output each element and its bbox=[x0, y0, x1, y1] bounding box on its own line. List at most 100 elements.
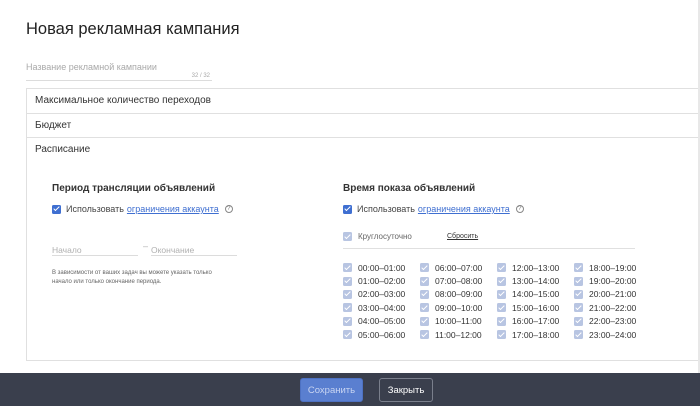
time-slot-label: 19:00–20:00 bbox=[589, 276, 637, 287]
reset-button[interactable]: Сбросить bbox=[447, 233, 478, 240]
time-slot[interactable]: 23:00–24:00 bbox=[574, 328, 651, 341]
time-slot[interactable]: 03:00–04:00 bbox=[343, 301, 420, 314]
time-slot-checkbox[interactable] bbox=[497, 316, 506, 326]
time-slot-checkbox[interactable] bbox=[574, 330, 583, 340]
time-slot-label: 00:00–01:00 bbox=[358, 262, 406, 273]
save-button[interactable]: Сохранить bbox=[300, 378, 363, 402]
time-slot-checkbox[interactable] bbox=[420, 330, 429, 340]
time-slot-checkbox[interactable] bbox=[574, 276, 583, 286]
time-slot[interactable]: 08:00–09:00 bbox=[420, 288, 497, 301]
time-slot-label: 04:00–05:00 bbox=[358, 316, 406, 327]
time-slot[interactable]: 19:00–20:00 bbox=[574, 274, 651, 287]
time-slot-checkbox[interactable] bbox=[420, 303, 429, 313]
round-clock-label: Круглосуточно bbox=[358, 232, 412, 241]
time-slot-checkbox[interactable] bbox=[497, 330, 506, 340]
time-slot-label: 02:00–03:00 bbox=[358, 289, 406, 300]
time-slot-checkbox[interactable] bbox=[343, 276, 352, 286]
page-title: Новая рекламная кампания bbox=[26, 20, 240, 38]
info-icon[interactable]: ? bbox=[224, 205, 233, 213]
time-slot-checkbox[interactable] bbox=[343, 263, 352, 273]
end-date-input[interactable] bbox=[151, 245, 237, 255]
time-slot[interactable]: 09:00–10:00 bbox=[420, 301, 497, 314]
time-slot-checkbox[interactable] bbox=[343, 330, 352, 340]
time-slot-label: 15:00–16:00 bbox=[512, 302, 560, 313]
time-slot[interactable]: 20:00–21:00 bbox=[574, 288, 651, 301]
time-slot-checkbox[interactable] bbox=[574, 303, 583, 313]
show-time-use-checkbox[interactable] bbox=[343, 204, 352, 214]
time-slot-checkbox[interactable] bbox=[343, 303, 352, 313]
time-slot[interactable]: 21:00–22:00 bbox=[574, 301, 651, 314]
time-slot[interactable]: 13:00–14:00 bbox=[497, 274, 574, 287]
time-slot-label: 08:00–09:00 bbox=[435, 289, 483, 300]
accordion-max-clicks[interactable]: Максимальное количество переходов bbox=[26, 89, 700, 114]
campaign-name-input[interactable] bbox=[26, 60, 212, 74]
time-slot[interactable]: 14:00–15:00 bbox=[497, 288, 574, 301]
time-slot-label: 10:00–11:00 bbox=[435, 316, 482, 327]
time-slot-checkbox[interactable] bbox=[497, 276, 506, 286]
time-slot-label: 23:00–24:00 bbox=[589, 329, 637, 340]
start-date-input[interactable] bbox=[52, 245, 138, 255]
time-slot[interactable]: 05:00–06:00 bbox=[343, 328, 420, 341]
time-slots-grid: 00:00–01:00 06:00–07:00 12:00–13:00 18:00–1… bbox=[343, 261, 651, 341]
period-use-label: Использовать bbox=[66, 204, 124, 214]
time-slot-label: 03:00–04:00 bbox=[358, 302, 406, 313]
round-clock-checkbox[interactable] bbox=[343, 232, 352, 241]
campaign-editor: Новая рекламная кампания 32 / 32 Максима… bbox=[0, 0, 700, 406]
period-hint: В зависимости от ваших задач вы можете у… bbox=[52, 270, 212, 285]
time-slot[interactable]: 12:00–13:00 bbox=[497, 261, 574, 274]
time-slot[interactable]: 07:00–08:00 bbox=[420, 274, 497, 287]
schedule-panel: Период трансляции объявлений Использоват… bbox=[26, 162, 700, 361]
time-slot-checkbox[interactable] bbox=[420, 263, 429, 273]
info-icon[interactable]: ? bbox=[515, 205, 524, 213]
time-slot-checkbox[interactable] bbox=[574, 316, 583, 326]
char-counter: 32 / 32 bbox=[191, 73, 210, 79]
time-slot-label: 21:00–22:00 bbox=[589, 302, 637, 313]
time-slot[interactable]: 22:00–23:00 bbox=[574, 315, 651, 328]
time-slot-label: 14:00–15:00 bbox=[512, 289, 560, 300]
time-slot[interactable]: 11:00–12:00 bbox=[420, 328, 497, 341]
time-slot-label: 09:00–10:00 bbox=[435, 302, 483, 313]
time-slot-checkbox[interactable] bbox=[420, 276, 429, 286]
show-time-use-label: Использовать bbox=[357, 204, 415, 214]
close-button[interactable]: Закрыть bbox=[379, 378, 433, 402]
show-time-limits-link[interactable]: ограничения аккаунта bbox=[418, 204, 510, 214]
settings-accordion: Максимальное количество переходов Бюджет… bbox=[26, 88, 700, 163]
time-slot-checkbox[interactable] bbox=[497, 303, 506, 313]
show-time-title: Время показа объявлений bbox=[343, 183, 476, 194]
time-slot-checkbox[interactable] bbox=[420, 289, 429, 299]
end-date-field bbox=[151, 240, 237, 256]
time-slot-label: 13:00–14:00 bbox=[512, 276, 560, 287]
time-slot[interactable]: 02:00–03:00 bbox=[343, 288, 420, 301]
time-slot[interactable]: 18:00–19:00 bbox=[574, 261, 651, 274]
time-slot[interactable]: 15:00–16:00 bbox=[497, 301, 574, 314]
time-slot-checkbox[interactable] bbox=[497, 263, 506, 273]
period-use-limits: Использовать ограничения аккаунта ? bbox=[52, 204, 233, 214]
time-slot-checkbox[interactable] bbox=[574, 263, 583, 273]
time-slot-checkbox[interactable] bbox=[343, 289, 352, 299]
divider bbox=[343, 248, 635, 249]
time-slot[interactable]: 06:00–07:00 bbox=[420, 261, 497, 274]
time-slot-label: 18:00–19:00 bbox=[589, 262, 637, 273]
time-slot-label: 17:00–18:00 bbox=[512, 329, 560, 340]
time-slot[interactable]: 01:00–02:00 bbox=[343, 274, 420, 287]
period-use-checkbox[interactable] bbox=[52, 204, 61, 214]
time-slot-label: 16:00–17:00 bbox=[512, 316, 560, 327]
time-slot-label: 05:00–06:00 bbox=[358, 329, 406, 340]
time-slot[interactable]: 10:00–11:00 bbox=[420, 315, 497, 328]
time-slot-label: 01:00–02:00 bbox=[358, 276, 406, 287]
date-separator: – bbox=[143, 241, 149, 251]
time-slot-checkbox[interactable] bbox=[343, 316, 352, 326]
time-slot-label: 12:00–13:00 bbox=[512, 262, 560, 273]
time-slot-checkbox[interactable] bbox=[420, 316, 429, 326]
time-slot[interactable]: 00:00–01:00 bbox=[343, 261, 420, 274]
period-limits-link[interactable]: ограничения аккаунта bbox=[127, 204, 219, 214]
accordion-budget[interactable]: Бюджет bbox=[26, 113, 700, 138]
time-slot-checkbox[interactable] bbox=[574, 289, 583, 299]
time-slot[interactable]: 16:00–17:00 bbox=[497, 315, 574, 328]
footer-bar: Сохранить Закрыть bbox=[0, 373, 700, 406]
time-slot-checkbox[interactable] bbox=[497, 289, 506, 299]
time-slot[interactable]: 04:00–05:00 bbox=[343, 315, 420, 328]
time-slot[interactable]: 17:00–18:00 bbox=[497, 328, 574, 341]
accordion-schedule[interactable]: Расписание bbox=[26, 138, 700, 163]
campaign-name-field: 32 / 32 bbox=[26, 55, 212, 81]
